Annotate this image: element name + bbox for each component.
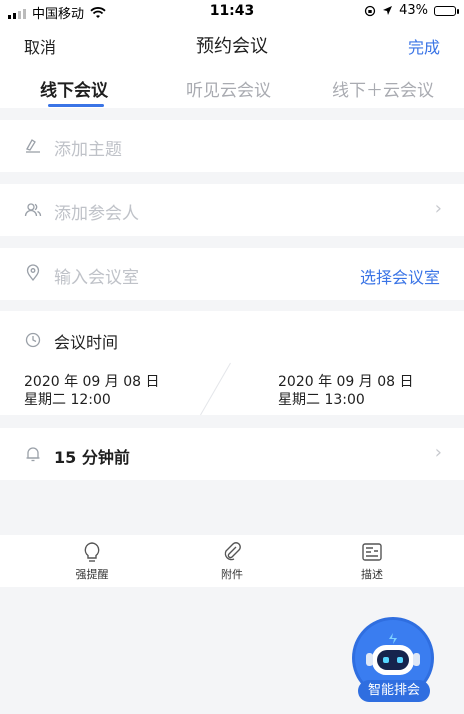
- people-icon: [24, 203, 42, 217]
- end-date: 2020 年 09 月 08 日: [278, 374, 414, 390]
- room-row: 输入会议室 选择会议室: [0, 248, 464, 300]
- clock-icon: [25, 332, 41, 348]
- meeting-time-title: 会议时间: [54, 333, 119, 352]
- battery-icon: [434, 5, 459, 16]
- pen-signature-icon: [26, 139, 40, 153]
- attachment-button[interactable]: 附件: [202, 541, 262, 582]
- tab-hybrid-meeting[interactable]: 线下＋云会议: [332, 76, 434, 101]
- attendees-row[interactable]: 添加参会人 ›: [0, 184, 464, 236]
- meeting-time-section: 会议时间 2020 年 09 月 08 日 星期二 12:00 2020 年 0…: [0, 311, 464, 416]
- topic-input[interactable]: 添加主题: [54, 135, 122, 160]
- nav-bar: 取消 预约会议 完成: [0, 22, 464, 68]
- strong-reminder-button[interactable]: 强提醒: [62, 541, 122, 582]
- attachment-label: 附件: [221, 568, 243, 581]
- start-date: 2020 年 09 月 08 日: [24, 374, 160, 390]
- bell-icon: [26, 447, 40, 462]
- end-time[interactable]: 2020 年 09 月 08 日 星期二 13:00: [278, 373, 414, 409]
- page-title: 预约会议: [196, 36, 268, 57]
- description-button[interactable]: 描述: [342, 541, 402, 582]
- status-right: 43%: [364, 3, 459, 18]
- topic-row[interactable]: 添加主题: [0, 120, 464, 172]
- end-weekday-time: 星期二 13:00: [278, 392, 365, 408]
- reminder-value: 15 分钟前: [54, 448, 130, 467]
- tab-cloud-meeting[interactable]: 听见云会议: [186, 76, 271, 101]
- tab-offline-meeting[interactable]: 线下会议: [40, 76, 108, 101]
- chevron-right-icon: ›: [434, 442, 442, 463]
- time-divider: [200, 362, 231, 416]
- strong-reminder-label: 强提醒: [75, 568, 109, 581]
- lightbulb-icon: [84, 542, 100, 562]
- active-tab-indicator: [48, 104, 104, 107]
- paperclip-icon: [224, 542, 241, 561]
- select-room-button[interactable]: 选择会议室: [360, 264, 440, 288]
- location-pin-icon: [26, 264, 40, 282]
- reminder-row[interactable]: 15 分钟前 ›: [0, 428, 464, 480]
- attendees-input[interactable]: 添加参会人: [54, 199, 139, 224]
- location-arrow-icon: [383, 6, 393, 15]
- start-weekday-time: 星期二 12:00: [24, 392, 111, 408]
- done-button[interactable]: 完成: [408, 34, 440, 58]
- smart-scheduling-label[interactable]: 智能排会: [358, 680, 430, 702]
- bottom-toolbar: 强提醒 附件 描述: [0, 535, 464, 587]
- room-input[interactable]: 输入会议室: [54, 263, 139, 288]
- description-label: 描述: [361, 568, 383, 581]
- chevron-right-icon: ›: [434, 198, 442, 219]
- battery-percent: 43%: [399, 3, 428, 18]
- orientation-lock-icon: [364, 5, 376, 16]
- start-time[interactable]: 2020 年 09 月 08 日 星期二 12:00: [24, 373, 160, 409]
- status-bar: 中国移动 11:43 43%: [0, 0, 464, 22]
- meeting-type-tabs: 线下会议 听见云会议 线下＋云会议: [0, 68, 464, 108]
- document-icon: [362, 543, 382, 561]
